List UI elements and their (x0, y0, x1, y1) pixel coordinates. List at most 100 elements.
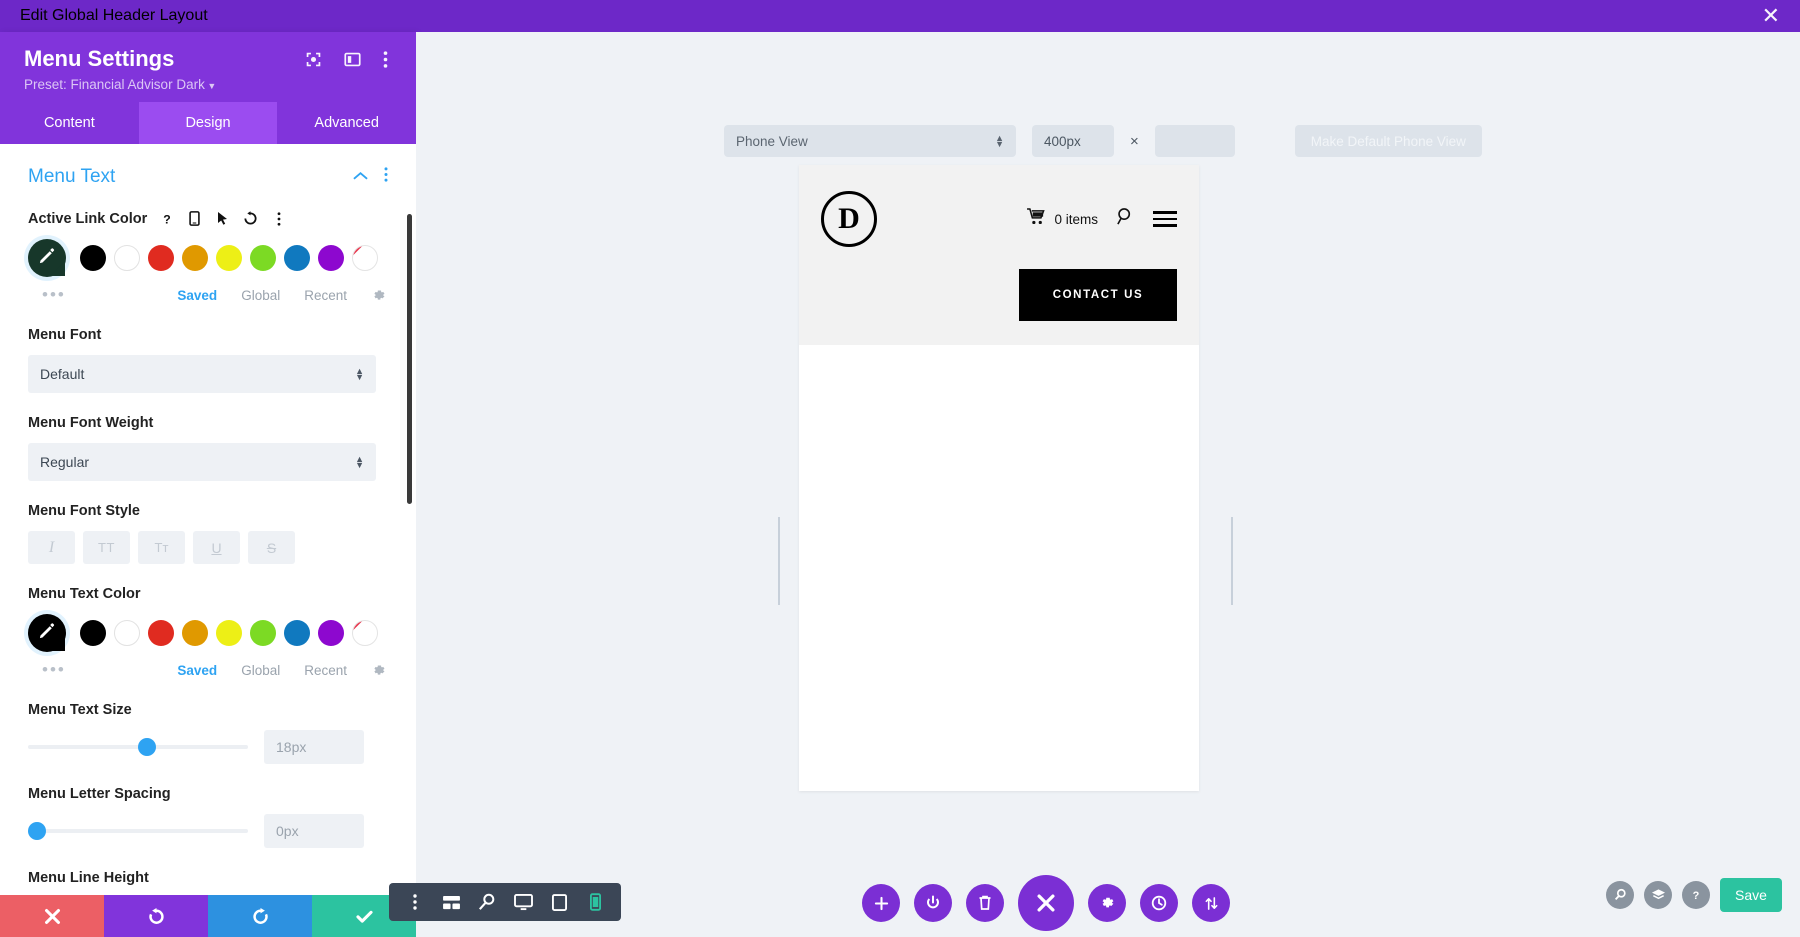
swatch-none[interactable] (352, 245, 378, 271)
bottom-right-controls: ? Save (1606, 878, 1782, 912)
panel-action-bar (0, 895, 416, 937)
sort-icon[interactable] (1192, 884, 1230, 922)
cancel-button[interactable] (0, 895, 104, 937)
swatch-yellow[interactable] (216, 245, 242, 271)
chevron-updown-icon: ▲ ▼ (355, 454, 364, 470)
swatch-orange[interactable] (182, 620, 208, 646)
swatch-orange[interactable] (182, 245, 208, 271)
swatch-blue[interactable] (284, 620, 310, 646)
swatch-black[interactable] (80, 245, 106, 271)
menu-text-size-slider[interactable] (28, 738, 248, 756)
color-picker-button[interactable] (28, 239, 66, 277)
cart-widget[interactable]: 0 items (1027, 208, 1098, 230)
reset-icon[interactable] (242, 210, 259, 227)
zoom-icon[interactable] (469, 883, 505, 921)
search-icon[interactable] (1116, 207, 1135, 231)
swatch-purple[interactable] (318, 245, 344, 271)
cart-icon (1027, 208, 1046, 230)
hamburger-icon[interactable] (1153, 211, 1177, 227)
swatch-green[interactable] (250, 620, 276, 646)
slider-knob[interactable] (138, 738, 156, 756)
tab-design[interactable]: Design (138, 102, 278, 144)
field-label: Menu Letter Spacing (28, 786, 171, 802)
responsive-icon[interactable] (186, 210, 203, 227)
more-vertical-icon[interactable] (383, 50, 388, 68)
resize-handle-left[interactable] (778, 517, 782, 605)
swatch-tab-recent[interactable]: Recent (304, 663, 347, 678)
swatch-red[interactable] (148, 245, 174, 271)
swatch-tab-recent[interactable]: Recent (304, 288, 347, 303)
smallcaps-button[interactable]: Tᴛ (138, 531, 185, 564)
focus-icon[interactable] (305, 51, 322, 68)
color-picker-button[interactable] (28, 614, 66, 652)
site-header: D 0 items CONTACT US (799, 165, 1199, 345)
swatch-purple[interactable] (318, 620, 344, 646)
power-icon[interactable] (914, 884, 952, 922)
wireframe-icon[interactable] (433, 883, 469, 921)
swatch-white[interactable] (114, 620, 140, 646)
tablet-icon[interactable] (541, 883, 577, 921)
more-vertical-icon[interactable] (397, 883, 433, 921)
menu-text-size-input[interactable]: 18px (264, 730, 364, 764)
resize-handle-right[interactable] (1231, 517, 1235, 605)
strikethrough-button[interactable]: S (248, 531, 295, 564)
close-icon[interactable] (1018, 875, 1074, 931)
swatch-none[interactable] (352, 620, 378, 646)
desktop-icon[interactable] (505, 883, 541, 921)
add-icon[interactable] (862, 884, 900, 922)
swatch-tab-saved[interactable]: Saved (177, 663, 217, 678)
italic-button[interactable]: I (28, 531, 75, 564)
swatch-tab-global[interactable]: Global (241, 288, 280, 303)
menu-letter-spacing-input[interactable]: 0px (264, 814, 364, 848)
swatch-yellow[interactable] (216, 620, 242, 646)
panel-scrollbar[interactable] (407, 214, 412, 504)
hover-icon[interactable] (214, 210, 231, 227)
global-top-bar: Edit Global Header Layout ✕ (0, 0, 1800, 32)
close-icon[interactable]: ✕ (1762, 5, 1780, 27)
help-icon[interactable]: ? (1682, 881, 1710, 909)
more-horizontal-icon[interactable]: ••• (28, 660, 66, 680)
help-icon[interactable]: ? (158, 210, 175, 227)
swatch-white[interactable] (114, 245, 140, 271)
swatch-blue[interactable] (284, 245, 310, 271)
contact-us-button[interactable]: CONTACT US (1019, 269, 1177, 321)
preset-selector[interactable]: Preset: Financial Advisor Dark ▼ (24, 77, 392, 92)
chevron-up-icon[interactable] (353, 168, 368, 186)
search-icon[interactable] (1606, 881, 1634, 909)
layers-icon[interactable] (1644, 881, 1672, 909)
swatch-red[interactable] (148, 620, 174, 646)
phone-icon[interactable] (577, 883, 613, 921)
layout-columns-icon[interactable] (344, 51, 361, 68)
menu-font-weight-value: Regular (40, 454, 90, 470)
more-horizontal-icon[interactable]: ••• (28, 285, 66, 305)
viewport-width-input[interactable]: 400px (1032, 125, 1114, 157)
swatch-tab-saved[interactable]: Saved (177, 288, 217, 303)
undo-button[interactable] (104, 895, 208, 937)
history-icon[interactable] (1140, 884, 1178, 922)
make-default-phone-view-button[interactable]: Make Default Phone View (1294, 125, 1482, 157)
menu-font-select[interactable]: Default ▲ ▼ (28, 355, 376, 393)
swatch-black[interactable] (80, 620, 106, 646)
tab-content[interactable]: Content (0, 102, 139, 144)
gear-icon[interactable] (371, 288, 386, 303)
field-label: Menu Line Height (28, 870, 149, 886)
more-vertical-icon[interactable] (270, 210, 287, 227)
redo-button[interactable] (208, 895, 312, 937)
underline-button[interactable]: U (193, 531, 240, 564)
trash-icon[interactable] (966, 884, 1004, 922)
menu-font-weight-select[interactable]: Regular ▲ ▼ (28, 443, 376, 481)
slider-knob[interactable] (28, 822, 46, 840)
more-vertical-icon[interactable] (384, 167, 388, 187)
save-button[interactable]: Save (1720, 878, 1782, 912)
tab-advanced[interactable]: Advanced (277, 102, 417, 144)
field-menu-text-color: Menu Text Color ••• Saved Global Recent (28, 586, 388, 680)
swatch-tab-global[interactable]: Global (241, 663, 280, 678)
menu-letter-spacing-slider[interactable] (28, 822, 248, 840)
view-mode-select[interactable]: Phone View ▲ ▼ (724, 125, 1016, 157)
site-logo[interactable]: D (821, 191, 877, 247)
uppercase-button[interactable]: TT (83, 531, 130, 564)
swatch-green[interactable] (250, 245, 276, 271)
gear-icon[interactable] (371, 663, 386, 678)
gear-icon[interactable] (1088, 884, 1126, 922)
viewport-height-input[interactable] (1154, 125, 1235, 157)
